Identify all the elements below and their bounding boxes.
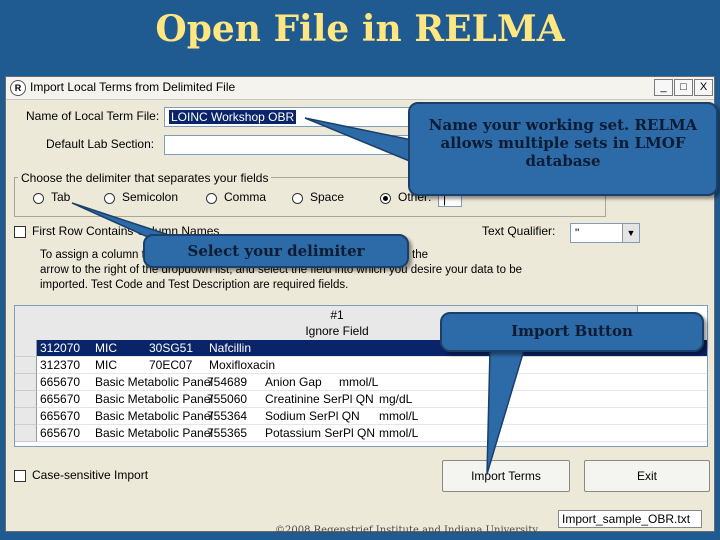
- import-callout: Import Button: [440, 312, 704, 352]
- working-set-callout-tail: [304, 117, 413, 164]
- delimiter-callout-tail: [71, 202, 179, 239]
- working-set-callout: Name your working set. RELMA allows mult…: [408, 102, 718, 196]
- working-set-callout-text: Name your working set. RELMA allows mult…: [428, 116, 698, 170]
- import-callout-text: Import Button: [511, 322, 633, 340]
- callout-tails: [71, 117, 526, 475]
- import-callout-tail: [486, 349, 526, 475]
- delimiter-callout-text: Select your delimiter: [187, 242, 365, 260]
- delimiter-callout: Select your delimiter: [143, 234, 409, 268]
- copyright-text: ©2008 Regenstrief Institute and Indiana …: [275, 525, 539, 536]
